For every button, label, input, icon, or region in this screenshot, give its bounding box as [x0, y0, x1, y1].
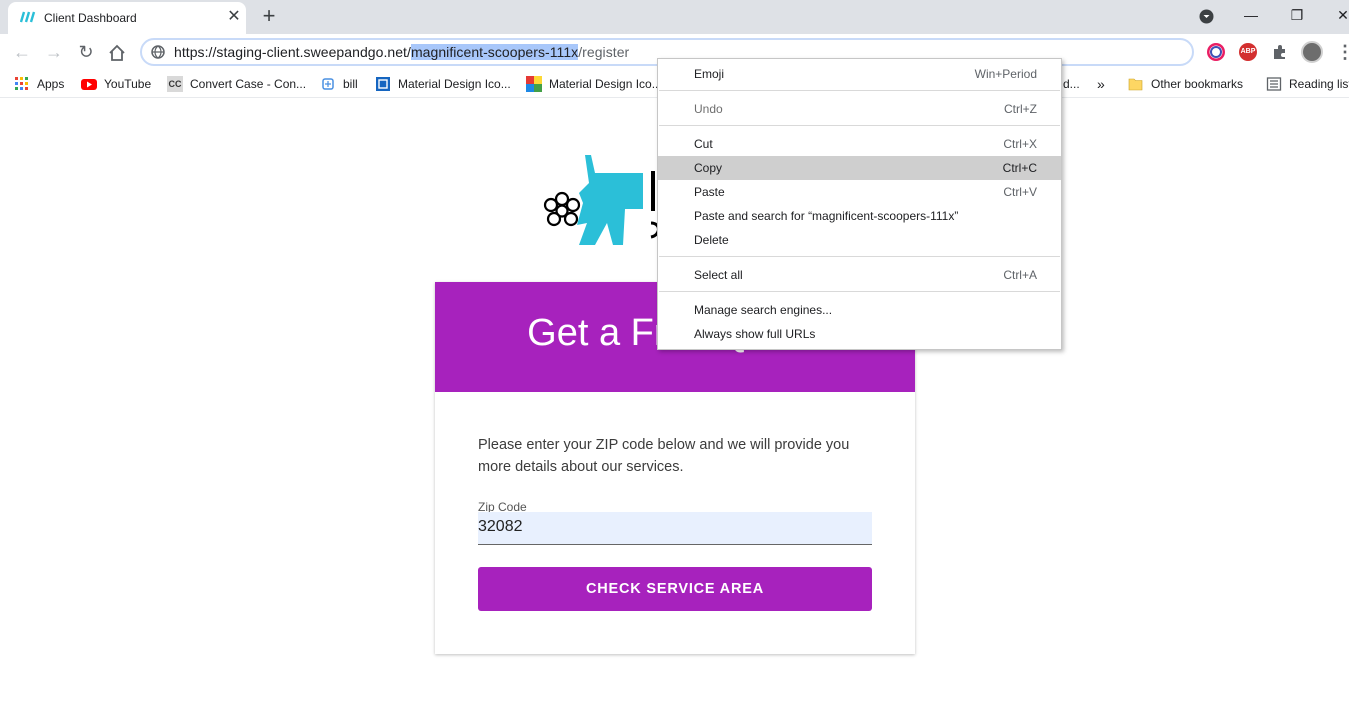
minimize-icon[interactable]: — — [1241, 6, 1261, 24]
reading-list-icon — [1266, 77, 1282, 91]
check-service-area-button[interactable]: CHECK SERVICE AREA — [478, 567, 872, 611]
bookmark-partial[interactable]: d... — [1063, 76, 1080, 92]
bookmark-bill[interactable]: bill — [320, 76, 358, 92]
bookmark-convert-case[interactable]: CC Convert Case - Con... — [167, 76, 306, 92]
menu-item-copy[interactable]: Copy Ctrl+C — [658, 156, 1061, 180]
sweepandgo-favicon-icon — [20, 11, 36, 23]
menu-item-always-show-full-urls[interactable]: Always show full URLs — [658, 322, 1061, 346]
description-text: Please enter your ZIP code below and we … — [478, 437, 850, 475]
menu-item-shortcut: Ctrl+X — [1003, 137, 1037, 151]
menu-item-shortcut: Ctrl+C — [1002, 161, 1037, 175]
menu-item-emoji[interactable]: Emoji Win+Period — [658, 62, 1061, 86]
material-design-icon — [376, 77, 390, 91]
new-tab-button[interactable]: + — [258, 5, 280, 28]
bookmark-reading-list[interactable]: Reading list — [1266, 76, 1349, 92]
menu-item-select-all[interactable]: Select all Ctrl+A — [658, 263, 1061, 287]
url-rest: /register — [578, 44, 630, 60]
bookmark-material-design-2[interactable]: Material Design Ico... — [526, 76, 662, 92]
menu-item-label: Copy — [694, 161, 723, 175]
home-icon[interactable] — [108, 44, 126, 62]
url-selected-text: magnificent-scoopers-111x — [410, 44, 579, 60]
cc-icon: CC — [167, 76, 183, 92]
bookmark-label: YouTube — [104, 77, 152, 91]
url-base: https://staging-client.sweepandgo.net/ — [174, 44, 411, 60]
extensions-puzzle-icon[interactable] — [1271, 43, 1289, 61]
bookmark-apps[interactable]: Apps — [14, 76, 64, 92]
menu-item-delete[interactable]: Delete — [658, 228, 1061, 252]
color-picker-extension-icon[interactable] — [1207, 43, 1225, 61]
menu-item-label: Paste and search for “magnificent-scoope… — [694, 209, 959, 223]
zip-code-input[interactable]: 32082 — [478, 512, 872, 545]
menu-item-label: Always show full URLs — [694, 327, 816, 341]
zip-code-value: 32082 — [478, 518, 523, 535]
menu-item-label: Select all — [694, 268, 743, 282]
menu-item-paste-and-search[interactable]: Paste and search for “magnificent-scoope… — [658, 204, 1061, 228]
menu-item-label: Undo — [694, 102, 723, 116]
menu-item-shortcut: Ctrl+Z — [1004, 102, 1037, 116]
bookmark-youtube[interactable]: YouTube — [81, 76, 151, 92]
menu-item-label: Cut — [694, 137, 713, 151]
tab-title: Client Dashboard — [44, 11, 137, 25]
bookmark-label: Reading list — [1289, 77, 1349, 91]
tab-client-dashboard[interactable]: Client Dashboard ✕ — [8, 2, 246, 34]
close-tab-icon[interactable]: ✕ — [226, 9, 242, 25]
bookmark-label: bill — [343, 77, 358, 91]
menu-item-label: Paste — [694, 185, 725, 199]
menu-separator — [659, 90, 1060, 91]
bookmarks-overflow-button[interactable]: » — [1097, 76, 1105, 92]
menu-item-label: Delete — [694, 233, 729, 247]
bill-icon — [322, 78, 334, 90]
bookmark-label: Apps — [37, 77, 65, 91]
tab-strip: Client Dashboard ✕ + — ❐ ✕ — [0, 0, 1349, 34]
menu-item-label: Emoji — [694, 67, 725, 81]
reload-icon[interactable]: ↻ — [76, 42, 96, 62]
menu-separator — [659, 256, 1060, 257]
url-text[interactable]: https://staging-client.sweepandgo.net/ma… — [174, 44, 629, 60]
restore-icon[interactable]: ❐ — [1287, 6, 1307, 24]
menu-item-cut[interactable]: Cut Ctrl+X — [658, 132, 1061, 156]
youtube-icon — [81, 79, 97, 90]
material-colors-icon — [526, 76, 542, 92]
profile-avatar[interactable] — [1301, 41, 1323, 63]
sweepandgo-logo — [543, 155, 660, 245]
apps-grid-icon — [15, 77, 28, 90]
close-window-icon[interactable]: ✕ — [1333, 6, 1349, 24]
site-info-icon[interactable] — [151, 45, 165, 59]
bookmark-label: » — [1097, 76, 1105, 92]
menu-item-shortcut: Ctrl+A — [1003, 268, 1037, 282]
menu-item-paste[interactable]: Paste Ctrl+V — [658, 180, 1061, 204]
bookmark-label: Other bookmarks — [1151, 77, 1244, 91]
forward-icon[interactable]: → — [44, 42, 64, 62]
context-menu: Emoji Win+Period Undo Ctrl+Z Cut Ctrl+X … — [657, 58, 1062, 350]
menu-separator — [659, 291, 1060, 292]
folder-icon — [1128, 78, 1143, 91]
menu-item-manage-search-engines[interactable]: Manage search engines... — [658, 298, 1061, 322]
menu-separator — [659, 125, 1060, 126]
adblock-plus-icon[interactable]: ABP — [1239, 43, 1257, 61]
bookmark-label: Convert Case - Con... — [190, 77, 307, 91]
menu-kebab-icon[interactable]: ⋮ — [1336, 42, 1349, 62]
menu-item-shortcut: Win+Period — [974, 67, 1037, 81]
back-icon[interactable]: ← — [12, 42, 32, 62]
menu-item-label: Manage search engines... — [694, 303, 833, 317]
menu-item-undo[interactable]: Undo Ctrl+Z — [658, 97, 1061, 121]
bookmark-label: Material Design Ico... — [549, 77, 662, 91]
menu-item-shortcut: Ctrl+V — [1003, 185, 1037, 199]
bookmark-label: Material Design Ico... — [398, 77, 511, 91]
bookmark-other-bookmarks[interactable]: Other bookmarks — [1128, 76, 1243, 92]
bookmark-material-design-1[interactable]: Material Design Ico... — [375, 76, 511, 92]
tab-search-icon[interactable] — [1199, 9, 1214, 24]
bookmark-label: d... — [1063, 77, 1080, 91]
